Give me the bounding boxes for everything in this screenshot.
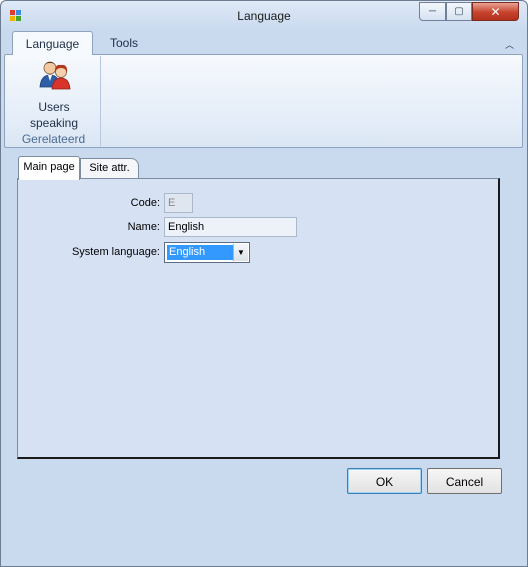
page-tabstrip: Main page Site attr. [17, 156, 507, 180]
ribbon-tab-bar: Language Tools ︿ [2, 31, 526, 55]
ribbon-tab-language[interactable]: Language [12, 31, 93, 55]
cancel-button[interactable]: Cancel [427, 468, 502, 494]
ribbon-tab-tools[interactable]: Tools [102, 31, 146, 55]
system-language-value: English [167, 245, 234, 260]
users-icon [39, 61, 71, 90]
users-speaking-button[interactable]: Users speaking [18, 58, 90, 130]
ribbon-collapse-icon[interactable]: ︿ [505, 38, 514, 51]
name-field[interactable]: English [164, 217, 297, 237]
chevron-down-icon: ▼ [237, 248, 245, 257]
name-label: Name: [127, 221, 160, 233]
system-language-label: System language: [71, 246, 160, 258]
minimize-icon: ─ [428, 5, 437, 17]
code-label: Code: [130, 197, 160, 209]
code-field[interactable]: E [164, 193, 193, 213]
minimize-button[interactable]: ─ [419, 2, 446, 21]
close-button[interactable]: ✕ [472, 2, 519, 21]
tab-site-attr[interactable]: Site attr. [80, 158, 139, 178]
dropdown-arrow-icon[interactable]: ▼ [233, 244, 248, 261]
ok-button[interactable]: OK [347, 468, 422, 494]
system-language-select[interactable]: English ▼ [164, 242, 250, 263]
maximize-icon: ▢ [454, 5, 464, 17]
tab-main-page[interactable]: Main page [18, 156, 80, 180]
maximize-button[interactable]: ▢ [446, 2, 472, 21]
close-icon: ✕ [490, 4, 501, 19]
main-page-panel: Code: E Name: English System language: E… [17, 178, 500, 459]
ribbon-group-gerelateerd: Users speaking Gerelateerd [6, 56, 101, 146]
language-window: Language ─ ▢ ✕ Language Tools ︿ Users sp… [0, 0, 528, 567]
ribbon-panel: Users speaking Gerelateerd [4, 54, 523, 148]
users-speaking-label: Users speaking [29, 100, 79, 130]
title-bar[interactable]: Language ─ ▢ ✕ [1, 1, 527, 31]
ribbon-group-label: Gerelateerd [21, 132, 86, 146]
